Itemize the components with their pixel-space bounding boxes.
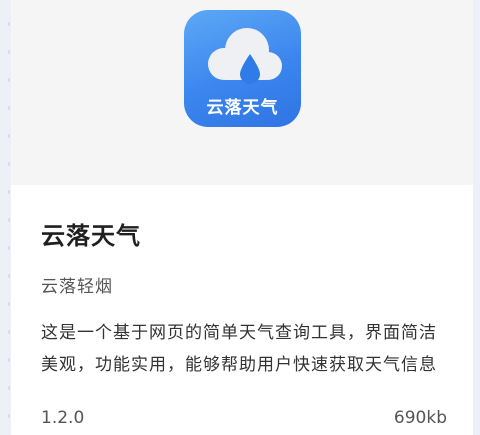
app-banner: 云落天气 bbox=[11, 0, 473, 185]
app-description: 这是一个基于网页的简单天气查询工具，界面简洁美观，功能实用，能够帮助用户快速获取… bbox=[41, 323, 437, 375]
app-icon[interactable]: 云落天气 bbox=[184, 10, 301, 127]
app-version: 1.2.0 bbox=[41, 408, 85, 428]
app-title: 云落天气 bbox=[41, 222, 141, 250]
app-size: 690kb bbox=[393, 408, 447, 428]
app-author: 云落轻烟 bbox=[41, 277, 113, 297]
app-icon-caption: 云落天气 bbox=[206, 98, 279, 118]
app-card[interactable]: 云落天气 云落天气 云落轻烟 这是一个基于网页的简单天气查询工具，界面简洁美观，… bbox=[11, 0, 473, 435]
